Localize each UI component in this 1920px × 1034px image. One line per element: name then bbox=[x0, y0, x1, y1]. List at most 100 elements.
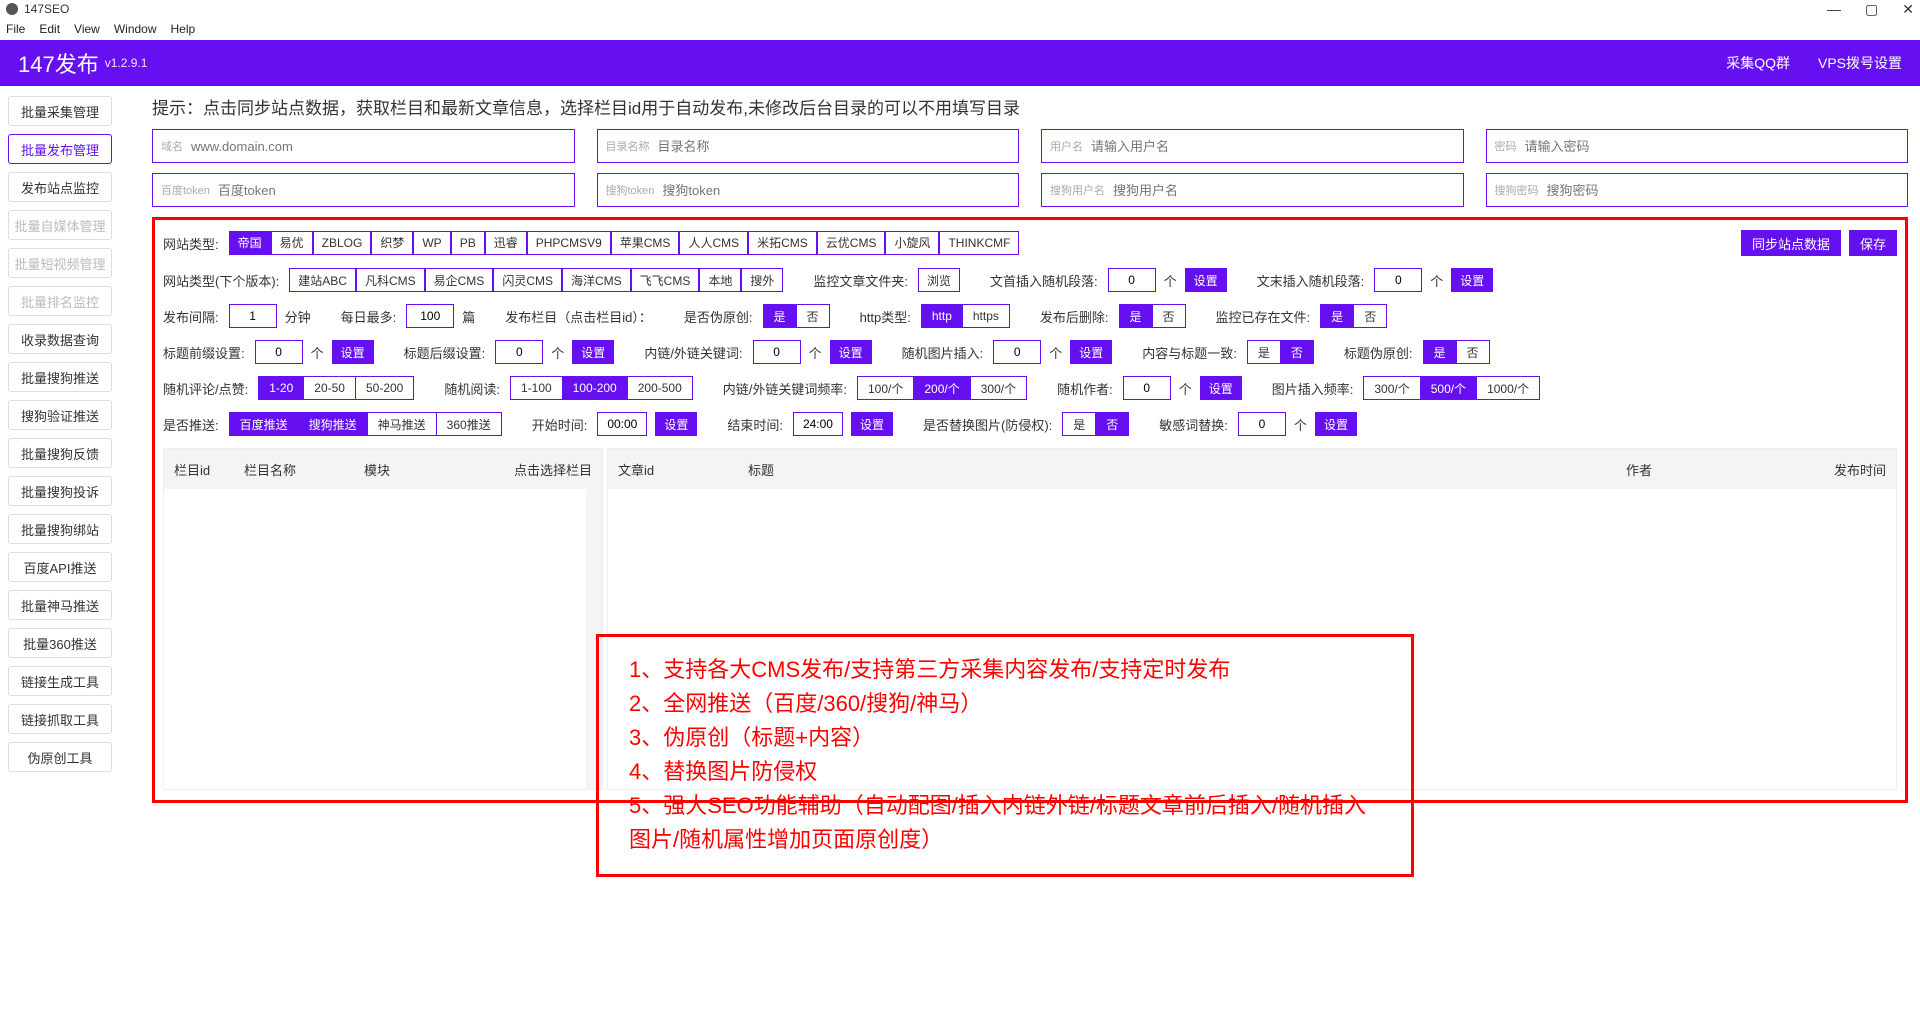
option-button[interactable]: ZBLOG bbox=[313, 231, 372, 255]
sidebar-item-16[interactable]: 链接抓取工具 bbox=[8, 704, 112, 734]
text-input[interactable] bbox=[1547, 183, 1900, 198]
toggle-option[interactable]: 300/个 bbox=[971, 376, 1027, 400]
toggle-option[interactable]: https bbox=[963, 304, 1010, 328]
titleprefix-input[interactable] bbox=[255, 340, 303, 364]
option-button[interactable]: 海洋CMS bbox=[562, 268, 631, 292]
menu-view[interactable]: View bbox=[74, 22, 100, 36]
option-button[interactable]: 云优CMS bbox=[817, 231, 886, 255]
toggle-option[interactable]: 搜狗推送 bbox=[299, 412, 368, 436]
sidebar-item-4[interactable]: 批量短视频管理 bbox=[8, 248, 112, 278]
option-button[interactable]: 小旋风 bbox=[885, 231, 939, 255]
sidebar-item-2[interactable]: 发布站点监控 bbox=[8, 172, 112, 202]
option-button[interactable]: 易优 bbox=[271, 231, 313, 255]
text-input[interactable] bbox=[662, 183, 1010, 198]
toggle-option[interactable]: 否 bbox=[797, 304, 830, 328]
text-input[interactable] bbox=[1525, 139, 1900, 154]
toggle-option[interactable]: 200-500 bbox=[628, 376, 693, 400]
option-button[interactable]: PHPCMSV9 bbox=[527, 231, 611, 255]
toggle-option[interactable]: 300/个 bbox=[1363, 376, 1420, 400]
option-button[interactable]: 米拓CMS bbox=[748, 231, 817, 255]
header-link-qq[interactable]: 采集QQ群 bbox=[1726, 53, 1790, 73]
titlesuffix-set[interactable]: 设置 bbox=[572, 340, 614, 364]
sidebar-item-10[interactable]: 批量搜狗投诉 bbox=[8, 476, 112, 506]
sidebar-item-0[interactable]: 批量采集管理 bbox=[8, 96, 112, 126]
sidebar-item-17[interactable]: 伪原创工具 bbox=[8, 742, 112, 772]
maximize-icon[interactable]: ▢ bbox=[1865, 1, 1878, 18]
toggle-option[interactable]: 100/个 bbox=[857, 376, 914, 400]
option-button[interactable]: 人人CMS bbox=[679, 231, 748, 255]
sidebar-item-1[interactable]: 批量发布管理 bbox=[8, 134, 112, 164]
interval-input[interactable] bbox=[229, 304, 277, 328]
text-input[interactable] bbox=[658, 139, 1011, 154]
option-button[interactable]: 飞飞CMS bbox=[631, 268, 700, 292]
close-icon[interactable]: ✕ bbox=[1902, 1, 1914, 18]
toggle-option[interactable]: http bbox=[921, 304, 963, 328]
sidebar-item-5[interactable]: 批量排名监控 bbox=[8, 286, 112, 316]
option-button[interactable]: WP bbox=[413, 231, 450, 255]
text-input[interactable] bbox=[218, 183, 566, 198]
toggle-option[interactable]: 1-20 bbox=[258, 376, 304, 400]
sensitive-input[interactable] bbox=[1238, 412, 1286, 436]
option-button[interactable]: 苹果CMS bbox=[611, 231, 680, 255]
toggle-option[interactable]: 是 bbox=[1423, 340, 1457, 364]
sidebar-item-12[interactable]: 百度API推送 bbox=[8, 552, 112, 582]
randimg-input[interactable] bbox=[993, 340, 1041, 364]
toggle-option[interactable]: 1000/个 bbox=[1477, 376, 1540, 400]
toggle-option[interactable]: 否 bbox=[1096, 412, 1129, 436]
sidebar-item-6[interactable]: 收录数据查询 bbox=[8, 324, 112, 354]
titleprefix-set[interactable]: 设置 bbox=[332, 340, 374, 364]
option-button[interactable]: 凡科CMS bbox=[356, 268, 425, 292]
sidebar-item-15[interactable]: 链接生成工具 bbox=[8, 666, 112, 696]
toggle-option[interactable]: 百度推送 bbox=[229, 412, 299, 436]
randimg-set[interactable]: 设置 bbox=[1070, 340, 1112, 364]
browse-button[interactable]: 浏览 bbox=[918, 268, 960, 292]
sensitive-set[interactable]: 设置 bbox=[1315, 412, 1357, 436]
randauthor-set[interactable]: 设置 bbox=[1200, 376, 1242, 400]
toggle-option[interactable]: 是 bbox=[1247, 340, 1281, 364]
toggle-option[interactable]: 100-200 bbox=[563, 376, 628, 400]
prefix-para-input[interactable] bbox=[1108, 268, 1156, 292]
toggle-option[interactable]: 是 bbox=[763, 304, 797, 328]
sidebar-item-8[interactable]: 搜狗验证推送 bbox=[8, 400, 112, 430]
menu-help[interactable]: Help bbox=[171, 22, 196, 36]
toggle-option[interactable]: 是 bbox=[1062, 412, 1096, 436]
sidebar-item-13[interactable]: 批量神马推送 bbox=[8, 590, 112, 620]
toggle-option[interactable]: 是 bbox=[1320, 304, 1354, 328]
option-button[interactable]: 易企CMS bbox=[425, 268, 494, 292]
menu-window[interactable]: Window bbox=[114, 22, 157, 36]
toggle-option[interactable]: 360推送 bbox=[437, 412, 502, 436]
option-button[interactable]: 建站ABC bbox=[289, 268, 356, 292]
toggle-option[interactable]: 20-50 bbox=[304, 376, 356, 400]
toggle-option[interactable]: 是 bbox=[1119, 304, 1153, 328]
dailymax-input[interactable] bbox=[406, 304, 454, 328]
sidebar-item-9[interactable]: 批量搜狗反馈 bbox=[8, 438, 112, 468]
header-link-vps[interactable]: VPS拨号设置 bbox=[1818, 53, 1902, 73]
option-button[interactable]: 搜外 bbox=[741, 268, 783, 292]
text-input[interactable] bbox=[191, 139, 566, 154]
endtime-set[interactable]: 设置 bbox=[851, 412, 893, 436]
text-input[interactable] bbox=[1091, 139, 1455, 154]
toggle-option[interactable]: 神马推送 bbox=[368, 412, 437, 436]
titlesuffix-input[interactable] bbox=[495, 340, 543, 364]
toggle-option[interactable]: 50-200 bbox=[356, 376, 414, 400]
toggle-option[interactable]: 500/个 bbox=[1421, 376, 1477, 400]
toggle-option[interactable]: 1-100 bbox=[510, 376, 563, 400]
menu-file[interactable]: File bbox=[6, 22, 25, 36]
toggle-option[interactable]: 否 bbox=[1457, 340, 1490, 364]
option-button[interactable]: 闪灵CMS bbox=[493, 268, 562, 292]
sidebar-item-11[interactable]: 批量搜狗绑站 bbox=[8, 514, 112, 544]
suffix-para-set[interactable]: 设置 bbox=[1451, 268, 1493, 292]
option-button[interactable]: 迅睿 bbox=[485, 231, 527, 255]
menu-edit[interactable]: Edit bbox=[39, 22, 60, 36]
save-button[interactable]: 保存 bbox=[1849, 230, 1897, 256]
option-button[interactable]: 帝国 bbox=[229, 231, 271, 255]
sidebar-item-7[interactable]: 批量搜狗推送 bbox=[8, 362, 112, 392]
sync-button[interactable]: 同步站点数据 bbox=[1741, 230, 1841, 256]
minimize-icon[interactable]: — bbox=[1827, 1, 1841, 18]
sidebar-item-14[interactable]: 批量360推送 bbox=[8, 628, 112, 658]
randauthor-input[interactable] bbox=[1123, 376, 1171, 400]
toggle-option[interactable]: 否 bbox=[1354, 304, 1387, 328]
linkkeyword-input[interactable] bbox=[753, 340, 801, 364]
toggle-option[interactable]: 200/个 bbox=[914, 376, 970, 400]
text-input[interactable] bbox=[1113, 183, 1455, 198]
